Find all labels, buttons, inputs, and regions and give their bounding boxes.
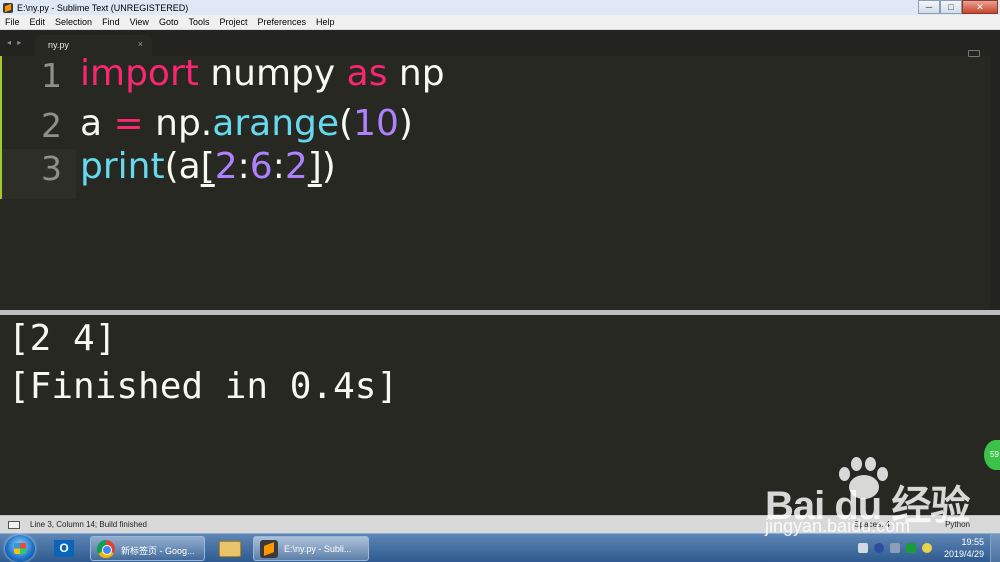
- clock-time[interactable]: 19:55: [961, 537, 984, 547]
- sublime-app-icon: [3, 2, 13, 13]
- title-bar: E:\ny.py - Sublime Text (UNREGISTERED) ─…: [0, 0, 1000, 15]
- module-name: numpy: [210, 53, 336, 94]
- sublime-window: E:\ny.py - Sublime Text (UNREGISTERED) ─…: [0, 0, 1000, 562]
- keyword-as: as: [346, 53, 388, 94]
- tab-label: ny.py: [48, 40, 69, 50]
- bracket-close: ]: [307, 146, 322, 187]
- syntax-status[interactable]: Python: [945, 520, 970, 529]
- update-icon[interactable]: [922, 543, 932, 553]
- outlook-icon: O: [54, 540, 74, 557]
- alias-name: np: [398, 53, 445, 94]
- menu-preferences[interactable]: Preferences: [252, 17, 311, 27]
- menu-edit[interactable]: Edit: [25, 17, 51, 27]
- bracket-open: [: [200, 146, 215, 187]
- code-line-1: 1 import numpy as np: [0, 53, 1000, 106]
- output-line: [2 4]: [8, 318, 117, 359]
- menu-project[interactable]: Project: [214, 17, 252, 27]
- task-label: E:\ny.py - Subli...: [284, 544, 352, 554]
- network-icon[interactable]: [890, 543, 900, 553]
- code-text: print(a[2:6:2]): [80, 146, 336, 187]
- system-tray: 19:55 2019/4/29: [850, 534, 1000, 562]
- menu-help[interactable]: Help: [311, 17, 340, 27]
- line-number: 2: [41, 106, 62, 145]
- minimap-toggle-icon[interactable]: [968, 50, 980, 57]
- keyboard-icon[interactable]: [858, 543, 868, 553]
- start-button[interactable]: [5, 535, 35, 562]
- tab-close-icon[interactable]: ×: [138, 39, 143, 49]
- indentation-status[interactable]: Spaces: 4: [854, 520, 890, 529]
- outlook-pin[interactable]: O: [48, 536, 80, 561]
- operator: =: [113, 103, 144, 144]
- paren-open: (: [164, 146, 179, 187]
- variable: a: [80, 103, 103, 144]
- colon: :: [237, 146, 250, 187]
- taskbar-sublime[interactable]: E:\ny.py - Subli...: [253, 536, 369, 561]
- security-icon[interactable]: [906, 543, 916, 553]
- status-text: Line 3, Column 14; Build finished: [30, 520, 147, 529]
- explorer-pin[interactable]: [214, 536, 246, 561]
- paren-close: ): [321, 146, 336, 187]
- number-literal: 2: [214, 146, 238, 187]
- paren-open: (: [339, 103, 354, 144]
- keyword-import: import: [80, 53, 199, 94]
- clock-date[interactable]: 2019/4/29: [944, 549, 984, 559]
- task-label: 新标签页 - Goog...: [121, 546, 195, 556]
- function-name: print: [80, 146, 165, 187]
- maximize-button[interactable]: □: [940, 0, 962, 14]
- function-name: arange: [212, 103, 340, 144]
- menu-file[interactable]: File: [0, 17, 25, 27]
- code-line-3: 3 print(a[2:6:2]): [0, 146, 1000, 206]
- menu-view[interactable]: View: [125, 17, 154, 27]
- number-literal: 6: [249, 146, 273, 187]
- number-literal: 10: [353, 103, 399, 144]
- build-output-panel: [2 4] [Finished in 0.4s]: [0, 315, 1000, 515]
- colon: :: [272, 146, 285, 187]
- paren-close: ): [398, 103, 413, 144]
- variable: a: [178, 146, 201, 187]
- panel-toggle-icon[interactable]: [8, 521, 20, 529]
- folder-icon: [219, 541, 241, 557]
- show-desktop-button[interactable]: [990, 534, 1000, 562]
- minimize-button[interactable]: ─: [918, 0, 940, 14]
- line-number: 3: [41, 149, 62, 188]
- window-controls: ─ □ ✕: [918, 0, 998, 14]
- number-literal: 2: [284, 146, 308, 187]
- taskbar-chrome[interactable]: 新标签页 - Goog...: [90, 536, 205, 561]
- windows-taskbar: O 新标签页 - Goog... E:\ny.py - Subli... 19:…: [0, 533, 1000, 562]
- editor-scrollbar[interactable]: [990, 56, 1000, 310]
- menu-find[interactable]: Find: [97, 17, 125, 27]
- help-icon[interactable]: [874, 543, 884, 553]
- code-text: a = np.arange(10): [80, 103, 413, 144]
- output-line: [Finished in 0.4s]: [8, 366, 399, 407]
- tab-nav-arrows-icon[interactable]: ◂ ▸: [7, 38, 23, 47]
- sublime-icon: [260, 540, 278, 558]
- chrome-icon: [97, 540, 115, 558]
- status-bar: Line 3, Column 14; Build finished Spaces…: [0, 515, 1000, 533]
- menu-selection[interactable]: Selection: [50, 17, 97, 27]
- code-editor[interactable]: 1 import numpy as np 2 a = np.arange(10)…: [0, 50, 1000, 310]
- object: np.: [155, 103, 213, 144]
- close-button[interactable]: ✕: [962, 0, 998, 14]
- menu-goto[interactable]: Goto: [154, 17, 184, 27]
- menu-bar: File Edit Selection Find View Goto Tools…: [0, 15, 1000, 30]
- menu-tools[interactable]: Tools: [183, 17, 214, 27]
- window-title: E:\ny.py - Sublime Text (UNREGISTERED): [17, 2, 189, 13]
- code-text: import numpy as np: [80, 53, 445, 94]
- line-number: 1: [41, 56, 62, 95]
